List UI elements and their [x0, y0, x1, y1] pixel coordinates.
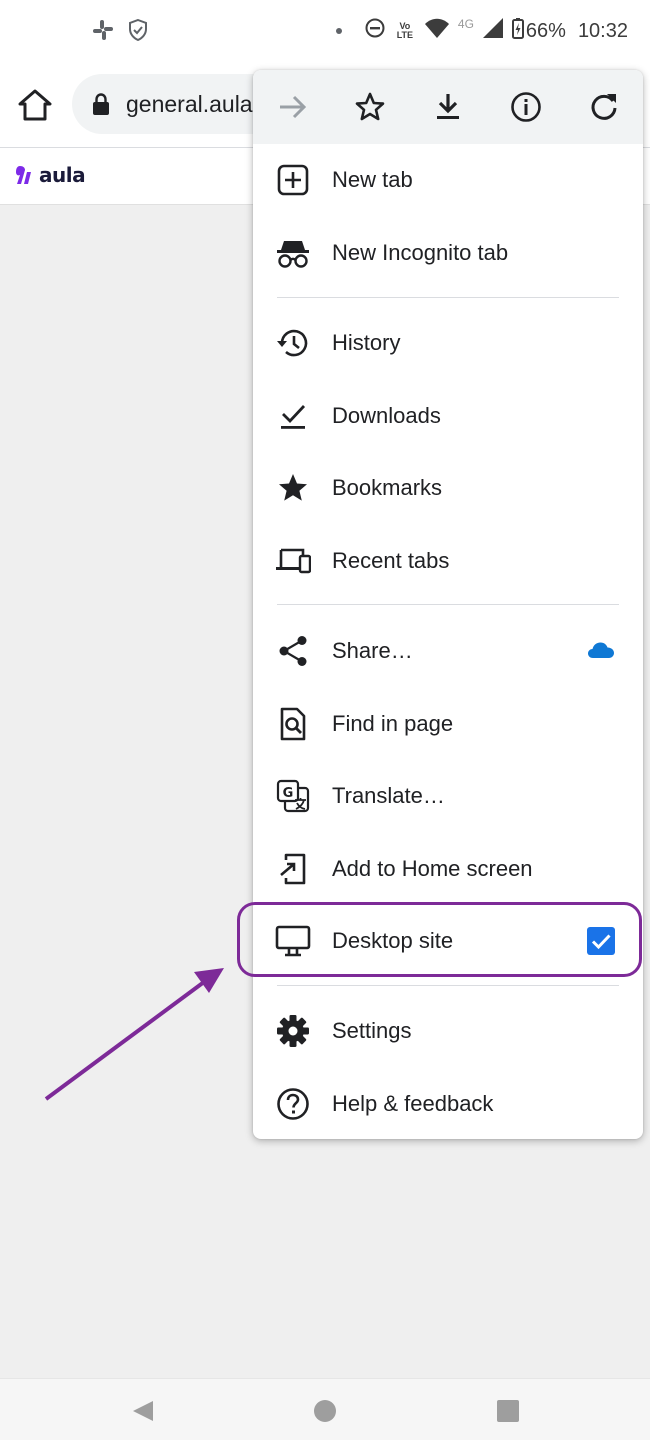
menu-item-label: History [332, 330, 401, 355]
new-tab-icon [275, 162, 311, 198]
menu-item-label: Downloads [332, 403, 441, 428]
clock: 10:32 [577, 19, 628, 42]
menu-item-share[interactable]: Share… [253, 615, 643, 687]
share-icon [275, 633, 311, 669]
menu-item-help-feedback[interactable]: Help & feedback [253, 1068, 643, 1139]
menu-item-downloads[interactable]: Downloads [253, 380, 643, 452]
wifi-icon [424, 17, 450, 45]
system-nav-bar [0, 1378, 650, 1440]
menu-item-translate[interactable]: G Translate… [253, 760, 643, 832]
menu-item-label: Recent tabs [332, 548, 450, 573]
menu-item-settings[interactable]: Settings [253, 995, 643, 1067]
menu-item-recent-tabs[interactable]: Recent tabs [253, 525, 643, 597]
star-filled-icon [275, 470, 311, 506]
menu-item-label: Help & feedback [332, 1091, 494, 1116]
signal-icon [482, 17, 504, 45]
incognito-icon [275, 235, 311, 271]
url-text[interactable]: general.aula [126, 91, 253, 118]
menu-item-label: Translate… [332, 783, 445, 808]
help-icon [275, 1086, 311, 1122]
shield-check-icon [128, 18, 148, 46]
bookmark-star-icon[interactable] [350, 87, 390, 127]
menu-item-history[interactable]: History [253, 307, 643, 379]
translate-icon: G [275, 778, 311, 814]
browser-overflow-menu: New tab New Incognito tab History Downlo… [253, 70, 643, 1139]
annotation-highlight-box [237, 902, 642, 977]
menu-item-add-to-home-screen[interactable]: Add to Home screen [253, 833, 643, 905]
menu-item-label: Share… [332, 638, 413, 663]
find-in-page-icon [275, 706, 311, 742]
battery-percent: 66% [525, 19, 566, 42]
menu-item-new-incognito-tab[interactable]: New Incognito tab [253, 217, 643, 289]
menu-divider [277, 297, 619, 298]
aula-logo-mark [16, 166, 31, 184]
menu-item-find-in-page[interactable]: Find in page [253, 688, 643, 760]
recents-icon[interactable] [496, 1399, 520, 1423]
menu-divider [277, 985, 619, 986]
battery-charging-icon [511, 17, 524, 45]
history-icon [275, 325, 311, 361]
menu-action-row [253, 70, 643, 144]
network-type-label: 4G [457, 17, 474, 31]
gear-icon [275, 1013, 311, 1049]
status-bar: Vo LTE 4G 66% 10:32 [0, 0, 650, 62]
menu-item-label: Find in page [332, 711, 454, 736]
svg-text:G: G [283, 786, 294, 801]
dot-icon [335, 28, 342, 34]
volte-label: Vo LTE [396, 21, 414, 40]
onedrive-cloud-icon[interactable] [587, 640, 615, 660]
menu-item-label: Add to Home screen [332, 856, 533, 881]
forward-arrow-icon[interactable] [273, 87, 313, 127]
downloads-check-icon [275, 398, 311, 434]
add-to-home-icon [275, 851, 311, 887]
menu-item-label: New Incognito tab [332, 240, 509, 265]
logo-text: aula [39, 163, 86, 187]
aula-logo[interactable]: aula [14, 163, 86, 187]
download-icon[interactable] [428, 87, 468, 127]
menu-item-new-tab[interactable]: New tab [253, 144, 643, 216]
home-circle-icon[interactable] [313, 1399, 337, 1423]
reload-icon[interactable] [584, 87, 624, 127]
devices-icon [275, 543, 311, 579]
slack-icon [92, 19, 114, 46]
do-not-disturb-icon [364, 17, 386, 45]
back-icon[interactable] [131, 1399, 155, 1423]
menu-divider [277, 604, 619, 605]
menu-item-label: Bookmarks [332, 475, 443, 500]
home-icon[interactable] [16, 87, 54, 123]
lock-icon[interactable] [92, 93, 110, 115]
info-icon[interactable] [506, 87, 546, 127]
menu-item-bookmarks[interactable]: Bookmarks [253, 452, 643, 524]
menu-item-label: Settings [332, 1018, 412, 1043]
menu-item-label: New tab [332, 167, 413, 192]
